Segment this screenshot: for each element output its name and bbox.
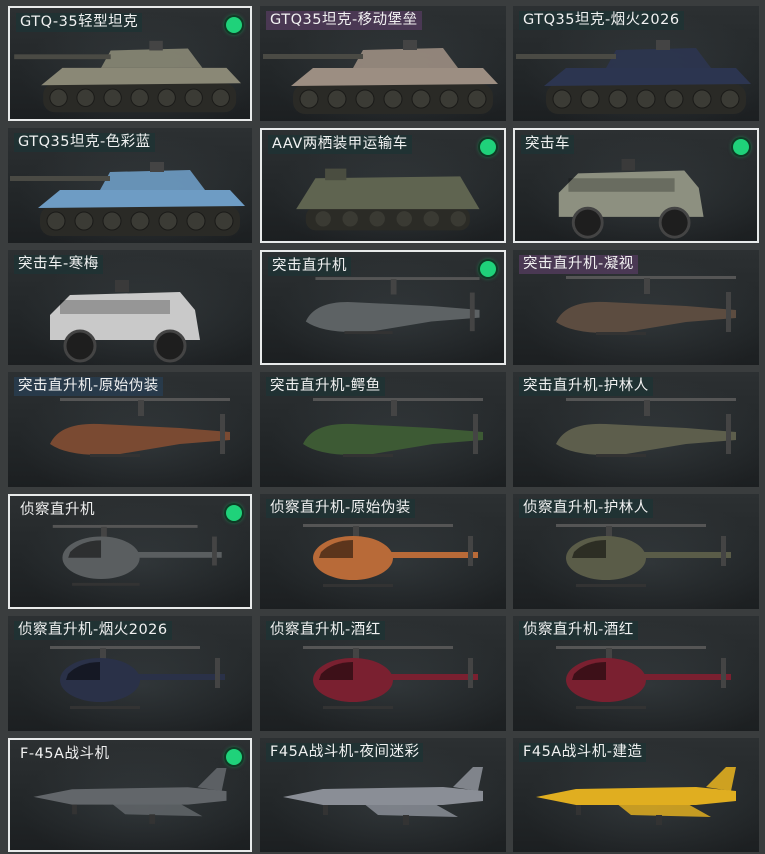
vehicle-name: 侦察直升机-酒红 <box>519 621 638 640</box>
vehicle-name: 侦察直升机-烟火2026 <box>14 621 172 640</box>
vehicle-card[interactable]: 侦察直升机-酒红 <box>260 616 506 731</box>
vehicle-card[interactable]: GTQ-35轻型坦克 <box>8 6 252 121</box>
vehicle-name: 突击直升机-鳄鱼 <box>266 377 385 396</box>
vehicle-card[interactable]: 突击直升机-鳄鱼 <box>260 372 506 487</box>
vehicle-card[interactable]: 侦察直升机 <box>8 494 252 609</box>
vehicle-card[interactable]: GTQ35坦克-移动堡垒 <box>260 6 506 121</box>
vehicle-name: GTQ35坦克-烟火2026 <box>519 11 684 30</box>
vehicle-card[interactable]: 突击直升机-原始伪装 <box>8 372 252 487</box>
vehicle-card[interactable]: GTQ35坦克-色彩蓝 <box>8 128 252 243</box>
vehicle-card[interactable]: 突击直升机-护林人 <box>513 372 759 487</box>
vehicle-card[interactable]: F45A战斗机-建造 <box>513 738 759 852</box>
vehicle-card[interactable]: GTQ35坦克-烟火2026 <box>513 6 759 121</box>
vehicle-name: GTQ-35轻型坦克 <box>16 13 143 32</box>
vehicle-name: GTQ35坦克-移动堡垒 <box>266 11 422 30</box>
equipped-indicator-icon <box>733 139 749 155</box>
vehicle-card[interactable]: 侦察直升机-护林人 <box>513 494 759 609</box>
equipped-indicator-icon <box>480 139 496 155</box>
vehicle-card[interactable]: 突击直升机-凝视 <box>513 250 759 365</box>
equipped-indicator-icon <box>226 17 242 33</box>
vehicle-name: 侦察直升机-护林人 <box>519 499 653 518</box>
vehicle-name: 突击直升机-护林人 <box>519 377 653 396</box>
vehicle-card[interactable]: 突击车-寒梅 <box>8 250 252 365</box>
vehicle-name: 突击车 <box>521 135 574 154</box>
vehicle-name: F-45A战斗机 <box>20 746 110 762</box>
vehicle-name: F45A战斗机-夜间迷彩 <box>266 743 424 762</box>
vehicle-card[interactable]: 侦察直升机-酒红 <box>513 616 759 731</box>
vehicle-name: 侦察直升机-原始伪装 <box>266 499 415 518</box>
vehicle-name: 突击车-寒梅 <box>14 255 103 274</box>
vehicle-skin-grid: GTQ-35轻型坦克 GTQ35坦克-移动堡垒 GTQ35坦克-烟火2026 GTQ3… <box>0 0 765 854</box>
equipped-indicator-icon <box>226 505 242 521</box>
vehicle-card[interactable]: F45A战斗机-夜间迷彩 <box>260 738 506 852</box>
vehicle-card[interactable]: 侦察直升机-原始伪装 <box>260 494 506 609</box>
vehicle-card[interactable]: 侦察直升机-烟火2026 <box>8 616 252 731</box>
vehicle-name: 突击直升机-凝视 <box>519 255 638 274</box>
vehicle-name: AAV两栖装甲运输车 <box>268 135 412 154</box>
vehicle-name: 突击直升机 <box>268 257 351 276</box>
vehicle-card[interactable]: F-45A战斗机 <box>8 738 252 852</box>
vehicle-name: 突击直升机-原始伪装 <box>14 377 163 396</box>
vehicle-card[interactable]: AAV两栖装甲运输车 <box>260 128 506 243</box>
vehicle-card[interactable]: 突击车 <box>513 128 759 243</box>
vehicle-name: 侦察直升机 <box>20 502 95 518</box>
equipped-indicator-icon <box>480 261 496 277</box>
vehicle-name: 侦察直升机-酒红 <box>266 621 385 640</box>
vehicle-name: GTQ35坦克-色彩蓝 <box>14 133 155 152</box>
equipped-indicator-icon <box>226 749 242 765</box>
vehicle-card[interactable]: 突击直升机 <box>260 250 506 365</box>
vehicle-name: F45A战斗机-建造 <box>519 743 647 762</box>
